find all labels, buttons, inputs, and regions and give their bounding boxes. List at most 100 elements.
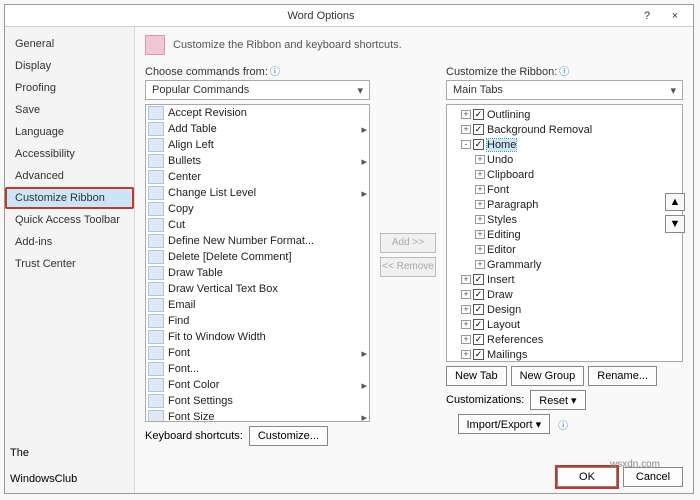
info-icon[interactable]: ⓘ — [558, 417, 568, 432]
move-down-button[interactable]: ▼ — [665, 215, 685, 233]
tree-node-draw[interactable]: +✓Draw — [449, 287, 680, 302]
tree-node-grammarly[interactable]: +Grammarly — [449, 257, 680, 272]
expand-icon[interactable]: + — [461, 110, 471, 119]
cancel-button[interactable]: Cancel — [623, 467, 683, 487]
expand-icon[interactable]: - — [461, 140, 471, 149]
tree-node-label: Layout — [487, 319, 520, 331]
command-item[interactable]: Accept Revision — [146, 105, 369, 121]
new-tab-button[interactable]: New Tab — [446, 366, 507, 386]
ok-button[interactable]: OK — [557, 467, 617, 487]
expand-icon[interactable]: + — [461, 305, 471, 314]
checkbox[interactable]: ✓ — [473, 124, 484, 135]
tree-node-font[interactable]: +Font — [449, 182, 680, 197]
sidebar-item-general[interactable]: General — [5, 33, 134, 55]
checkbox[interactable]: ✓ — [473, 319, 484, 330]
expand-icon[interactable]: + — [461, 350, 471, 359]
checkbox[interactable]: ✓ — [473, 349, 484, 360]
tree-node-mailings[interactable]: +✓Mailings — [449, 347, 680, 362]
move-up-button[interactable]: ▲ — [665, 193, 685, 211]
expand-icon[interactable]: + — [475, 230, 485, 239]
expand-icon[interactable]: + — [475, 170, 485, 179]
command-item[interactable]: Find — [146, 313, 369, 329]
add-button[interactable]: Add >> — [380, 233, 436, 253]
expand-icon[interactable]: + — [475, 185, 485, 194]
command-item[interactable]: Font Settings — [146, 393, 369, 409]
checkbox[interactable]: ✓ — [473, 139, 484, 150]
command-item[interactable]: Bullets▸ — [146, 153, 369, 169]
ribbon-scope-dropdown[interactable]: Main Tabs — [446, 80, 683, 100]
rename-button[interactable]: Rename... — [588, 366, 657, 386]
command-item[interactable]: Draw Vertical Text Box — [146, 281, 369, 297]
expand-icon[interactable]: + — [461, 125, 471, 134]
help-button[interactable]: ? — [633, 10, 661, 22]
command-item[interactable]: Copy — [146, 201, 369, 217]
command-item[interactable]: Font... — [146, 361, 369, 377]
sidebar-item-advanced[interactable]: Advanced — [5, 165, 134, 187]
command-item[interactable]: Change List Level▸ — [146, 185, 369, 201]
sidebar-item-display[interactable]: Display — [5, 55, 134, 77]
checkbox[interactable]: ✓ — [473, 334, 484, 345]
command-icon — [148, 154, 164, 168]
expand-icon[interactable]: + — [461, 275, 471, 284]
tree-node-undo[interactable]: +Undo — [449, 152, 680, 167]
tree-node-insert[interactable]: +✓Insert — [449, 272, 680, 287]
info-icon[interactable]: ⓘ — [559, 67, 569, 78]
expand-icon[interactable]: + — [461, 320, 471, 329]
sidebar-item-save[interactable]: Save — [5, 99, 134, 121]
expand-icon[interactable]: + — [461, 290, 471, 299]
checkbox[interactable]: ✓ — [473, 109, 484, 120]
command-item[interactable]: Add Table▸ — [146, 121, 369, 137]
checkbox[interactable]: ✓ — [473, 304, 484, 315]
new-group-button[interactable]: New Group — [511, 366, 585, 386]
expand-icon[interactable]: + — [475, 200, 485, 209]
tree-node-editor[interactable]: +Editor — [449, 242, 680, 257]
commands-column: Choose commands from:ⓘ Popular Commands … — [145, 63, 370, 446]
expand-icon[interactable]: + — [475, 260, 485, 269]
tree-node-outlining[interactable]: +✓Outlining — [449, 107, 680, 122]
tree-node-references[interactable]: +✓References — [449, 332, 680, 347]
commands-listbox[interactable]: Accept RevisionAdd Table▸Align LeftBulle… — [145, 104, 370, 422]
info-icon[interactable]: ⓘ — [270, 67, 280, 78]
tree-node-background-removal[interactable]: +✓Background Removal — [449, 122, 680, 137]
expand-icon[interactable]: + — [475, 215, 485, 224]
command-item[interactable]: Cut — [146, 217, 369, 233]
command-item[interactable]: Font▸ — [146, 345, 369, 361]
checkbox[interactable]: ✓ — [473, 289, 484, 300]
command-item[interactable]: Email — [146, 297, 369, 313]
command-item[interactable]: Font Size▸ — [146, 409, 369, 422]
close-button[interactable]: × — [661, 10, 689, 22]
sidebar-item-quick-access-toolbar[interactable]: Quick Access Toolbar — [5, 209, 134, 231]
tree-node-paragraph[interactable]: +Paragraph — [449, 197, 680, 212]
sidebar-item-add-ins[interactable]: Add-ins — [5, 231, 134, 253]
sidebar-item-customize-ribbon[interactable]: Customize Ribbon — [5, 187, 134, 209]
command-item[interactable]: Define New Number Format... — [146, 233, 369, 249]
customize-keyboard-button[interactable]: Customize... — [249, 426, 328, 446]
expand-icon[interactable]: + — [475, 155, 485, 164]
command-icon — [148, 362, 164, 376]
tree-node-layout[interactable]: +✓Layout — [449, 317, 680, 332]
expand-icon[interactable]: + — [461, 335, 471, 344]
checkbox[interactable]: ✓ — [473, 274, 484, 285]
tree-node-styles[interactable]: +Styles — [449, 212, 680, 227]
tree-node-editing[interactable]: +Editing — [449, 227, 680, 242]
sidebar-item-trust-center[interactable]: Trust Center — [5, 253, 134, 275]
sidebar-item-proofing[interactable]: Proofing — [5, 77, 134, 99]
command-item[interactable]: Fit to Window Width — [146, 329, 369, 345]
command-item[interactable]: Delete [Delete Comment] — [146, 249, 369, 265]
import-export-button[interactable]: Import/Export ▾ — [458, 414, 551, 434]
customizations-label: Customizations: — [446, 394, 524, 406]
tree-node-home[interactable]: -✓Home — [449, 137, 680, 152]
ribbon-tree[interactable]: +✓Outlining+✓Background Removal-✓Home+Un… — [446, 104, 683, 362]
tree-node-clipboard[interactable]: +Clipboard — [449, 167, 680, 182]
command-item[interactable]: Font Color▸ — [146, 377, 369, 393]
command-item[interactable]: Draw Table — [146, 265, 369, 281]
command-item[interactable]: Center — [146, 169, 369, 185]
remove-button[interactable]: << Remove — [380, 257, 436, 277]
choose-commands-dropdown[interactable]: Popular Commands — [145, 80, 370, 100]
sidebar-item-accessibility[interactable]: Accessibility — [5, 143, 134, 165]
tree-node-design[interactable]: +✓Design — [449, 302, 680, 317]
reset-button[interactable]: Reset ▾ — [530, 390, 585, 410]
expand-icon[interactable]: + — [475, 245, 485, 254]
sidebar-item-language[interactable]: Language — [5, 121, 134, 143]
command-item[interactable]: Align Left — [146, 137, 369, 153]
